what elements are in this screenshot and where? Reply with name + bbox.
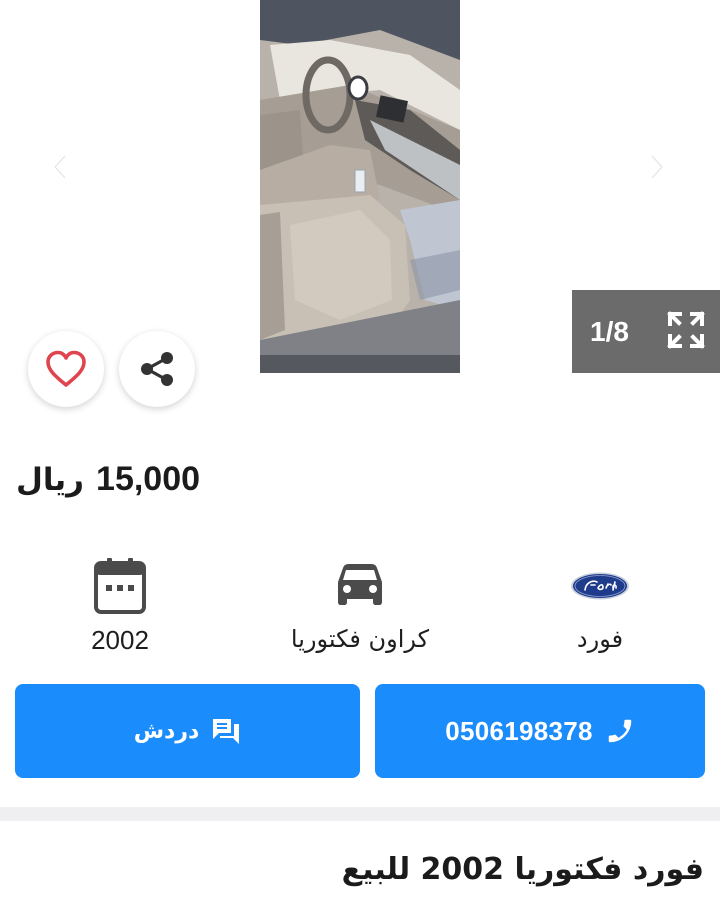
phone-number: 0506198378 xyxy=(445,715,593,746)
price-value: 15,000 xyxy=(96,460,201,498)
share-button[interactable] xyxy=(119,331,195,407)
spec-year: 2002 xyxy=(70,555,170,656)
share-icon xyxy=(141,352,173,386)
fullscreen-button[interactable] xyxy=(666,310,706,350)
price: ريال 15,000 xyxy=(16,460,200,510)
next-image-button[interactable] xyxy=(637,145,677,189)
phone-icon xyxy=(608,719,632,743)
fullscreen-icon xyxy=(667,311,705,349)
chevron-left-icon xyxy=(52,153,68,181)
previous-image-button[interactable] xyxy=(40,145,80,189)
section-divider xyxy=(0,807,720,821)
chat-button[interactable]: دردش xyxy=(15,684,360,778)
ford-logo-icon xyxy=(571,572,629,600)
spec-model: كراون فكتوريا xyxy=(275,555,445,653)
listing-title: فورد فكتوريا 2002 للبيع xyxy=(341,852,704,887)
listing-photo[interactable] xyxy=(260,0,460,373)
spec-year-label: 2002 xyxy=(91,625,149,655)
call-button[interactable]: 0506198378 xyxy=(375,684,705,778)
image-gallery: 1/8 xyxy=(0,0,720,407)
spec-make-label: فورد xyxy=(576,625,624,653)
chevron-right-icon xyxy=(649,153,665,181)
image-counter: 1/8 xyxy=(572,290,720,373)
spec-make: فورد xyxy=(548,555,652,653)
chat-icon xyxy=(213,719,240,744)
favorite-button[interactable] xyxy=(28,331,104,407)
chat-button-label: دردش xyxy=(133,718,200,744)
price-currency: ريال xyxy=(16,462,85,498)
car-icon xyxy=(338,564,382,605)
image-counter-text: 1/8 xyxy=(590,315,629,347)
calendar-icon xyxy=(94,558,146,614)
spec-model-label: كراون فكتوريا xyxy=(290,625,430,653)
heart-icon xyxy=(46,350,86,387)
